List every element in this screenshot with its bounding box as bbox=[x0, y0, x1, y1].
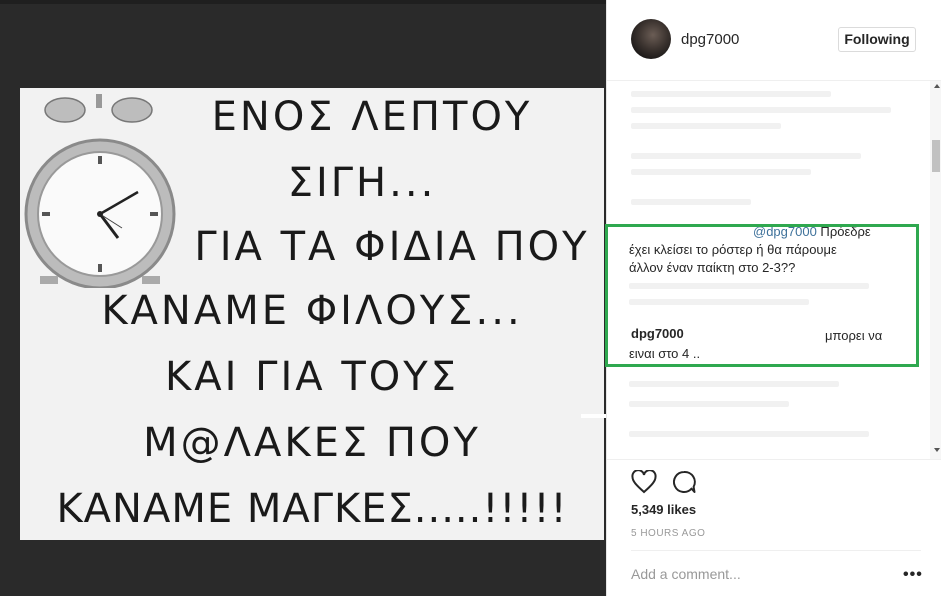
meme-line-6: Μ@ΛΑΚΕΣ ΠΟΥ bbox=[143, 420, 481, 466]
comment-divider bbox=[631, 550, 921, 551]
scroll-up-arrow-icon[interactable] bbox=[934, 84, 940, 88]
faded-comment-line bbox=[631, 169, 811, 175]
comments-scrollbar[interactable] bbox=[930, 81, 941, 459]
meme-line-3: ΓΙΑ ΤΑ ΦΙΔΙΑ ΠΟΥ bbox=[194, 224, 590, 270]
scroll-down-arrow-icon[interactable] bbox=[934, 448, 940, 452]
actions-divider bbox=[607, 459, 941, 460]
meme-line-1: ΕΝΟΣ ΛΕΠΤΟΥ bbox=[211, 94, 533, 140]
faded-comment-line bbox=[631, 199, 751, 205]
meme-line-5: ΚΑΙ ΓΙΑ ΤΟΥΣ bbox=[165, 354, 459, 400]
following-button[interactable]: Following bbox=[838, 27, 916, 52]
meme-line-7: ΚΑΝΑΜΕ ΜΑΓΚΕΣ.....!!!!! bbox=[56, 486, 568, 532]
post-image[interactable]: ΕΝΟΣ ΛΕΠΤΟΥ ΣΙΓΗ... ΓΙΑ ΤΑ ΦΙΔΙΑ ΠΟΥ ΚΑΝ… bbox=[20, 88, 604, 540]
heart-icon[interactable] bbox=[631, 470, 657, 494]
post-timestamp[interactable]: 5 HOURS AGO bbox=[631, 528, 705, 539]
faded-comment-line bbox=[631, 91, 831, 97]
faded-comment-line bbox=[629, 381, 839, 387]
faded-comment-line bbox=[629, 401, 789, 407]
avatar[interactable] bbox=[631, 19, 671, 59]
meme-line-2: ΣΙΓΗ... bbox=[287, 160, 437, 206]
faded-comment-line bbox=[629, 431, 869, 437]
faded-comment-line bbox=[631, 107, 891, 113]
comment-icon[interactable] bbox=[671, 470, 697, 494]
top-strip bbox=[0, 0, 606, 4]
image-edge-mark bbox=[581, 414, 606, 418]
likes-count[interactable]: 5,349 likes bbox=[631, 502, 696, 517]
faded-comment-line bbox=[631, 123, 781, 129]
meme-line-4: ΚΑΝΑΜΕ ΦΙΛΟΥΣ... bbox=[101, 288, 523, 334]
scrollbar-thumb[interactable] bbox=[932, 140, 940, 172]
add-comment-input[interactable]: Add a comment... bbox=[631, 566, 741, 582]
more-options-icon[interactable]: ••• bbox=[903, 566, 923, 584]
post-header: dpg7000 Following bbox=[607, 0, 941, 81]
faded-comment-line bbox=[631, 153, 861, 159]
username-link[interactable]: dpg7000 bbox=[681, 31, 739, 48]
highlight-box bbox=[605, 224, 919, 367]
photo-viewer-backdrop[interactable]: ΕΝΟΣ ΛΕΠΤΟΥ ΣΙΓΗ... ΓΙΑ ΤΑ ΦΙΔΙΑ ΠΟΥ ΚΑΝ… bbox=[0, 0, 606, 596]
